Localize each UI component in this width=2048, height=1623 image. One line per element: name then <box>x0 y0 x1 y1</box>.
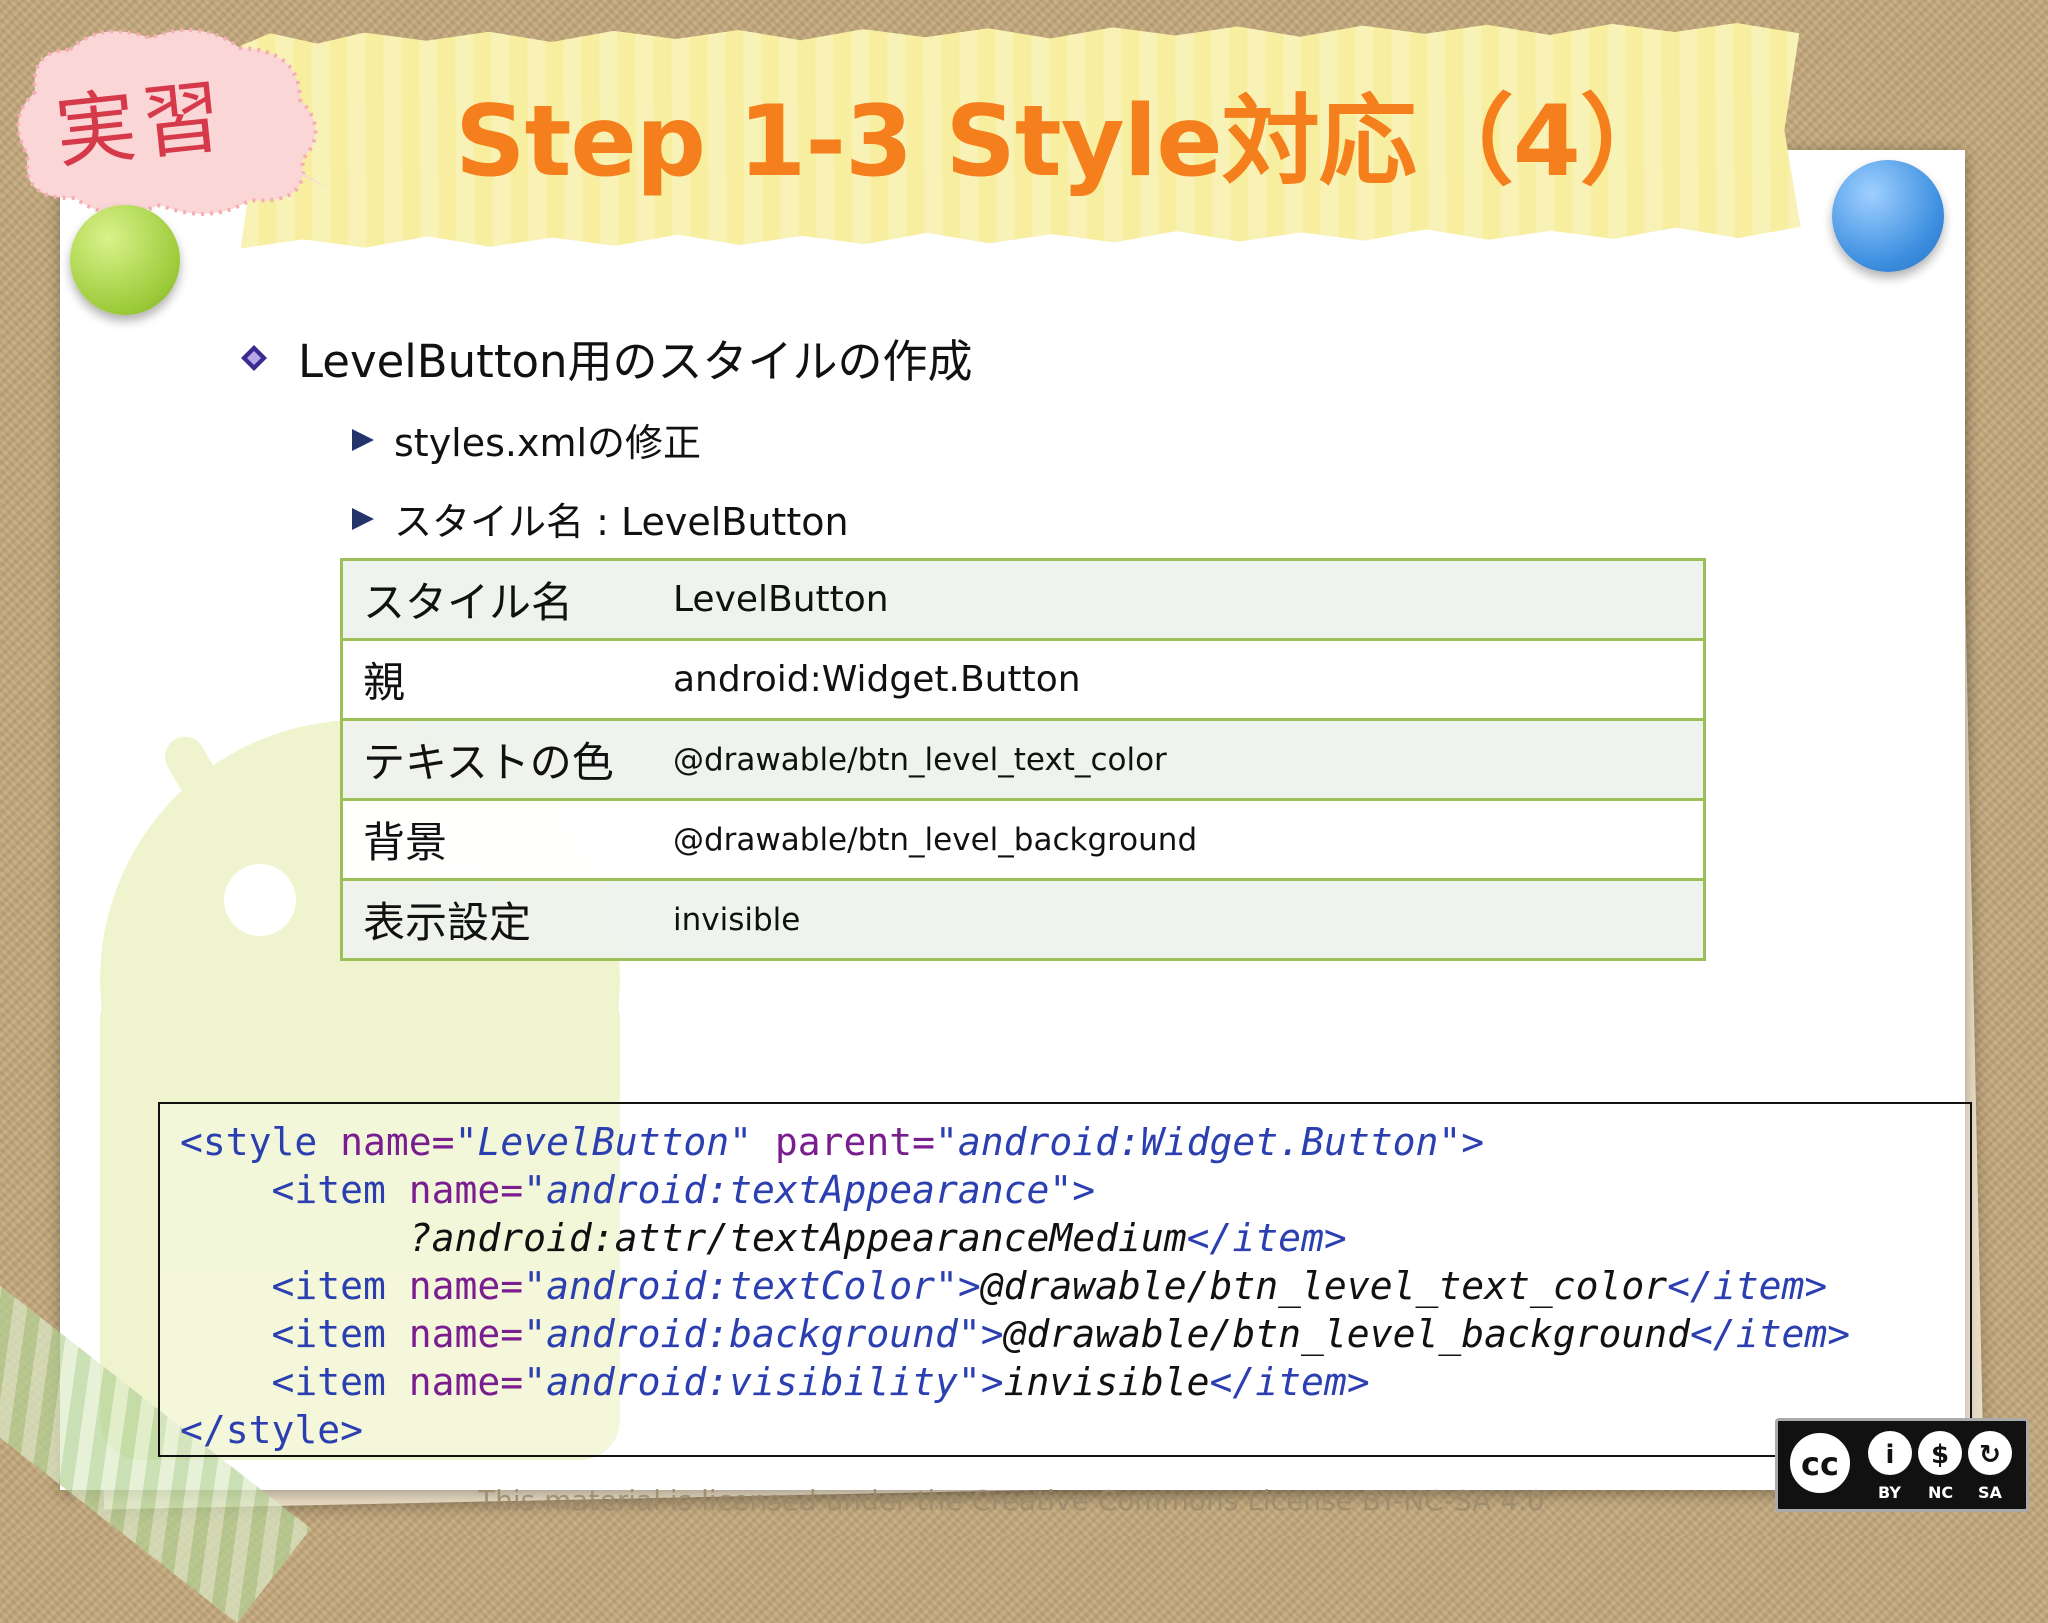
bullet-main: LevelButton用のスタイルの作成 <box>240 325 973 390</box>
svg-text:cc: cc <box>1801 1445 1839 1483</box>
table-value-cell: android:Widget.Button <box>653 639 1705 721</box>
table-key-cell: スタイル名 <box>341 559 653 641</box>
table-row: 背景 @drawable/btn_level_background <box>341 799 1705 881</box>
cc-sa-label: SA <box>1978 1483 2002 1502</box>
code-line: <item name="android:visibility">invisibl… <box>271 1360 1370 1404</box>
diamond-bullet-icon <box>241 344 267 371</box>
license-footer: This material is licensed under the Crea… <box>478 1484 1545 1517</box>
blue-pushpin <box>1832 160 1944 272</box>
svg-text:$: $ <box>1931 1440 1949 1470</box>
svg-text:↻: ↻ <box>1979 1440 2001 1470</box>
code-line: </style> <box>180 1408 364 1452</box>
code-block: <style name="LevelButton" parent="androi… <box>158 1102 1972 1457</box>
table-key-cell: 表示設定 <box>341 879 653 960</box>
svg-text:i: i <box>1886 1440 1895 1470</box>
table-row: テキストの色 @drawable/btn_level_text_color <box>341 719 1705 801</box>
cc-license-badge[interactable]: cc i $ ↻ BY NC SA <box>1775 1418 2029 1512</box>
code-line: <item name="android:textColor">@drawable… <box>271 1264 1828 1308</box>
code-line: <item name="android:background">@drawabl… <box>271 1312 1851 1356</box>
table-row: 親 android:Widget.Button <box>341 639 1705 721</box>
cc-nc-label: NC <box>1928 1483 1954 1502</box>
triangle-bullet-icon <box>352 507 374 530</box>
code-line: <item name="android:textAppearance"> <box>271 1168 1096 1212</box>
table-key-cell: 親 <box>341 639 653 721</box>
slide-title: Step 1-3 Style対応（4） <box>455 85 1678 199</box>
table-value-cell: invisible <box>653 879 1705 960</box>
bullet-list: LevelButton用のスタイルの作成 styles.xmlの修正 スタイル名… <box>240 325 973 570</box>
code-line: <style name="LevelButton" parent="androi… <box>180 1120 1485 1164</box>
table-row: スタイル名 LevelButton <box>341 559 1705 641</box>
table-value-cell: LevelButton <box>653 559 1705 641</box>
practice-badge-label: 実習 <box>51 69 233 180</box>
table-key-cell: テキストの色 <box>341 719 653 801</box>
table-value-cell: @drawable/btn_level_background <box>653 799 1705 881</box>
bullet-sub-text: styles.xmlの修正 <box>394 421 702 465</box>
style-properties-table: スタイル名 LevelButton 親 android:Widget.Butto… <box>340 558 1706 961</box>
cc-by-label: BY <box>1878 1483 1901 1502</box>
triangle-bullet-icon <box>352 428 374 451</box>
bullet-sub-text: スタイル名 : LevelButton <box>394 500 849 544</box>
bullet-sub: styles.xmlの修正 <box>352 412 973 467</box>
code-line: ?android:attr/textAppearanceMedium</item… <box>408 1216 1347 1260</box>
bullet-sub: スタイル名 : LevelButton <box>352 491 973 546</box>
bullet-main-text: LevelButton用のスタイルの作成 <box>298 335 973 388</box>
table-row: 表示設定 invisible <box>341 879 1705 960</box>
table-key-cell: 背景 <box>341 799 653 881</box>
green-pushpin <box>70 205 180 315</box>
table-value-cell: @drawable/btn_level_text_color <box>653 719 1705 801</box>
